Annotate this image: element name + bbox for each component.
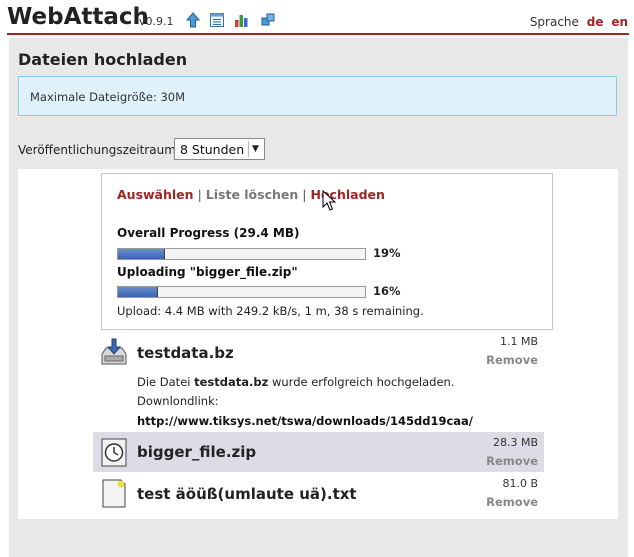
remove-button[interactable]: Remove	[486, 495, 538, 509]
file-name: testdata.bz	[137, 344, 234, 362]
dropdown-arrow-icon[interactable]: ▼	[248, 141, 262, 157]
select-files-link[interactable]: Auswählen	[117, 187, 194, 202]
list-icon[interactable]	[209, 12, 225, 28]
period-select[interactable]: 8 Stunden ▼	[174, 138, 265, 160]
remove-button[interactable]: Remove	[486, 454, 538, 468]
header: WebAttach v0.9.1 Sprache de en	[0, 0, 634, 34]
file-size: 28.3 MB	[492, 436, 538, 449]
app-title: WebAttach	[7, 4, 149, 30]
download-link[interactable]: http://www.tiksys.net/tswa/downloads/145…	[137, 414, 473, 428]
overall-progress-fill	[118, 249, 165, 259]
info-box: Maximale Dateigröße: 30M	[18, 76, 617, 116]
version-label: v0.9.1	[139, 15, 174, 28]
file-progress-fill	[118, 287, 158, 297]
file-row: testdata.bz 1.1 MB Remove Die Datei test…	[93, 333, 544, 430]
upload-success-message: Die Datei testdata.bz wurde erfolgreich …	[137, 375, 455, 389]
language-label: Sprache	[529, 15, 579, 29]
file-row-active: bigger_file.zip 28.3 MB Remove	[93, 432, 544, 472]
mouse-cursor-icon	[322, 190, 336, 211]
chart-icon[interactable]	[234, 12, 250, 28]
puzzle-icon[interactable]	[260, 12, 276, 28]
msg-prefix: Die Datei	[137, 375, 191, 389]
lang-en-link[interactable]: en	[611, 15, 628, 29]
download-done-icon	[101, 338, 127, 365]
file-progress-percent: 16%	[373, 284, 401, 298]
upload-arrow-icon[interactable]	[185, 12, 201, 28]
file-size: 1.1 MB	[499, 335, 538, 348]
period-label: Veröffentlichungszeitraum:	[18, 143, 180, 157]
overall-progress-label: Overall Progress (29.4 MB)	[117, 226, 300, 240]
action-links: Auswählen | Liste löschen | Hochladen	[117, 187, 385, 202]
lang-de-link[interactable]: de	[587, 15, 604, 29]
page-title: Dateien hochladen	[18, 50, 188, 69]
separator: |	[197, 187, 202, 202]
file-row: test äöüß(umlaute uä).txt 81.0 B Remove	[93, 475, 544, 513]
clear-list-link[interactable]: Liste löschen	[206, 187, 299, 202]
file-progress-bar	[117, 286, 366, 298]
file-name: bigger_file.zip	[137, 443, 257, 461]
msg-filename: testdata.bz	[194, 375, 269, 389]
overall-progress-bar	[117, 248, 366, 260]
language-switcher: Sprache de en	[530, 15, 628, 29]
upload-status: Upload: 4.4 MB with 249.2 kB/s, 1 m, 38 …	[117, 304, 424, 318]
msg-suffix: wurde erfolgreich hochgeladen.	[271, 375, 455, 389]
download-link-label: Downlondlink:	[137, 394, 219, 408]
clock-icon	[101, 438, 127, 467]
file-name: test äöüß(umlaute uä).txt	[137, 485, 357, 503]
separator: |	[302, 187, 307, 202]
remove-button[interactable]: Remove	[486, 353, 538, 367]
file-size: 81.0 B	[502, 477, 538, 490]
period-selected-value: 8 Stunden	[180, 142, 245, 157]
file-icon	[102, 479, 126, 508]
max-size-info: Maximale Dateigröße: 30M	[30, 90, 186, 104]
overall-progress-percent: 19%	[373, 246, 401, 260]
file-progress-label: Uploading "bigger_file.zip"	[117, 265, 298, 279]
header-divider	[7, 33, 629, 35]
